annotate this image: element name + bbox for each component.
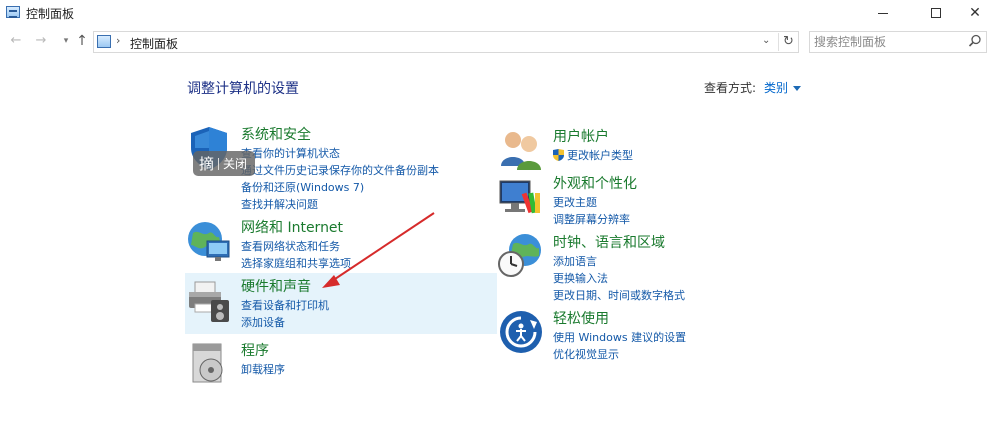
view-by-label: 查看方式: [704, 81, 757, 95]
link-add-language[interactable]: 添加语言 [553, 253, 685, 270]
link-change-theme[interactable]: 更改主题 [553, 194, 630, 211]
page-title: 调整计算机的设置 [187, 81, 299, 97]
view-by-dropdown[interactable]: 类别 [764, 79, 802, 96]
control-panel-icon [97, 35, 111, 48]
category-title[interactable]: 网络和 Internet [241, 217, 343, 237]
up-button[interactable]: ↑ [74, 33, 90, 49]
overlay-chip-left[interactable]: 摘 [199, 153, 214, 174]
category-title[interactable]: 硬件和声音 [241, 276, 311, 296]
link-recommended-settings[interactable]: 使用 Windows 建议的设置 [553, 329, 686, 346]
category-title[interactable]: 轻松使用 [553, 308, 609, 328]
category-title[interactable]: 系统和安全 [241, 124, 311, 144]
search-input[interactable] [814, 34, 964, 50]
uac-shield-icon [553, 149, 564, 161]
chevron-down-icon[interactable]: ⌄ [762, 35, 770, 46]
category-title[interactable]: 用户帐户 [553, 126, 609, 146]
minimize-icon [878, 12, 888, 14]
address-bar[interactable]: › 控制面板 ⌄ ↻ [93, 31, 799, 53]
back-button[interactable]: ← [8, 33, 24, 49]
navigation-bar: ← → ▾ ↑ › 控制面板 ⌄ ↻ [0, 27, 998, 57]
overlay-divider [218, 157, 220, 170]
link-backup-restore[interactable]: 备份和还原(Windows 7) [241, 179, 439, 196]
monitor-palette-icon[interactable] [497, 173, 545, 221]
link-homegroup-sharing[interactable]: 选择家庭组和共享选项 [241, 255, 351, 272]
search-box[interactable] [809, 31, 987, 53]
title-bar: 控制面板 ✕ [0, 0, 998, 26]
clock-globe-icon[interactable] [497, 232, 545, 280]
overlay-chip[interactable]: 摘 关闭 [193, 151, 255, 176]
recent-locations-button[interactable]: ▾ [58, 33, 74, 49]
link-change-account-type[interactable]: 更改帐户类型 [553, 147, 633, 164]
link-optimize-visual-display[interactable]: 优化视觉显示 [553, 346, 686, 363]
category-title[interactable]: 外观和个性化 [553, 173, 637, 193]
category-title[interactable]: 程序 [241, 340, 269, 360]
window-title: 控制面板 [26, 7, 75, 21]
link-troubleshoot[interactable]: 查找并解决问题 [241, 196, 439, 213]
link-devices-printers[interactable]: 查看设备和打印机 [241, 297, 329, 314]
ease-of-access-icon[interactable] [497, 308, 545, 356]
printer-icon[interactable] [185, 276, 233, 324]
view-by-value: 类别 [764, 81, 789, 95]
link-screen-resolution[interactable]: 调整屏幕分辨率 [553, 211, 630, 228]
link-label: 更改帐户类型 [567, 149, 633, 162]
category-title[interactable]: 时钟、语言和区域 [553, 232, 665, 252]
users-icon[interactable] [497, 126, 545, 174]
maximize-icon [931, 8, 941, 18]
control-panel-icon [6, 6, 20, 18]
link-uninstall-program[interactable]: 卸载程序 [241, 361, 285, 378]
link-date-time-number-format[interactable]: 更改日期、时间或数字格式 [553, 287, 685, 304]
link-add-device[interactable]: 添加设备 [241, 314, 329, 331]
breadcrumb-control-panel[interactable]: 控制面板 [130, 35, 178, 52]
close-button[interactable]: ✕ [952, 0, 998, 26]
link-file-history-backup[interactable]: 通过文件历史记录保存你的文件备份副本 [241, 162, 439, 179]
refresh-button[interactable]: ↻ [778, 33, 798, 51]
chevron-down-icon [793, 86, 802, 91]
overlay-close-label[interactable]: 关闭 [223, 155, 247, 172]
link-view-computer-status[interactable]: 查看你的计算机状态 [241, 145, 439, 162]
forward-button[interactable]: → [33, 33, 49, 49]
link-network-status-tasks[interactable]: 查看网络状态和任务 [241, 238, 351, 255]
network-globe-icon[interactable] [185, 217, 233, 265]
close-icon: ✕ [969, 5, 981, 21]
minimize-button[interactable] [860, 0, 906, 26]
chevron-right-icon[interactable]: › [116, 34, 120, 47]
link-change-input-method[interactable]: 更换输入法 [553, 270, 685, 287]
programs-icon[interactable] [185, 340, 233, 388]
search-icon[interactable] [968, 34, 982, 48]
